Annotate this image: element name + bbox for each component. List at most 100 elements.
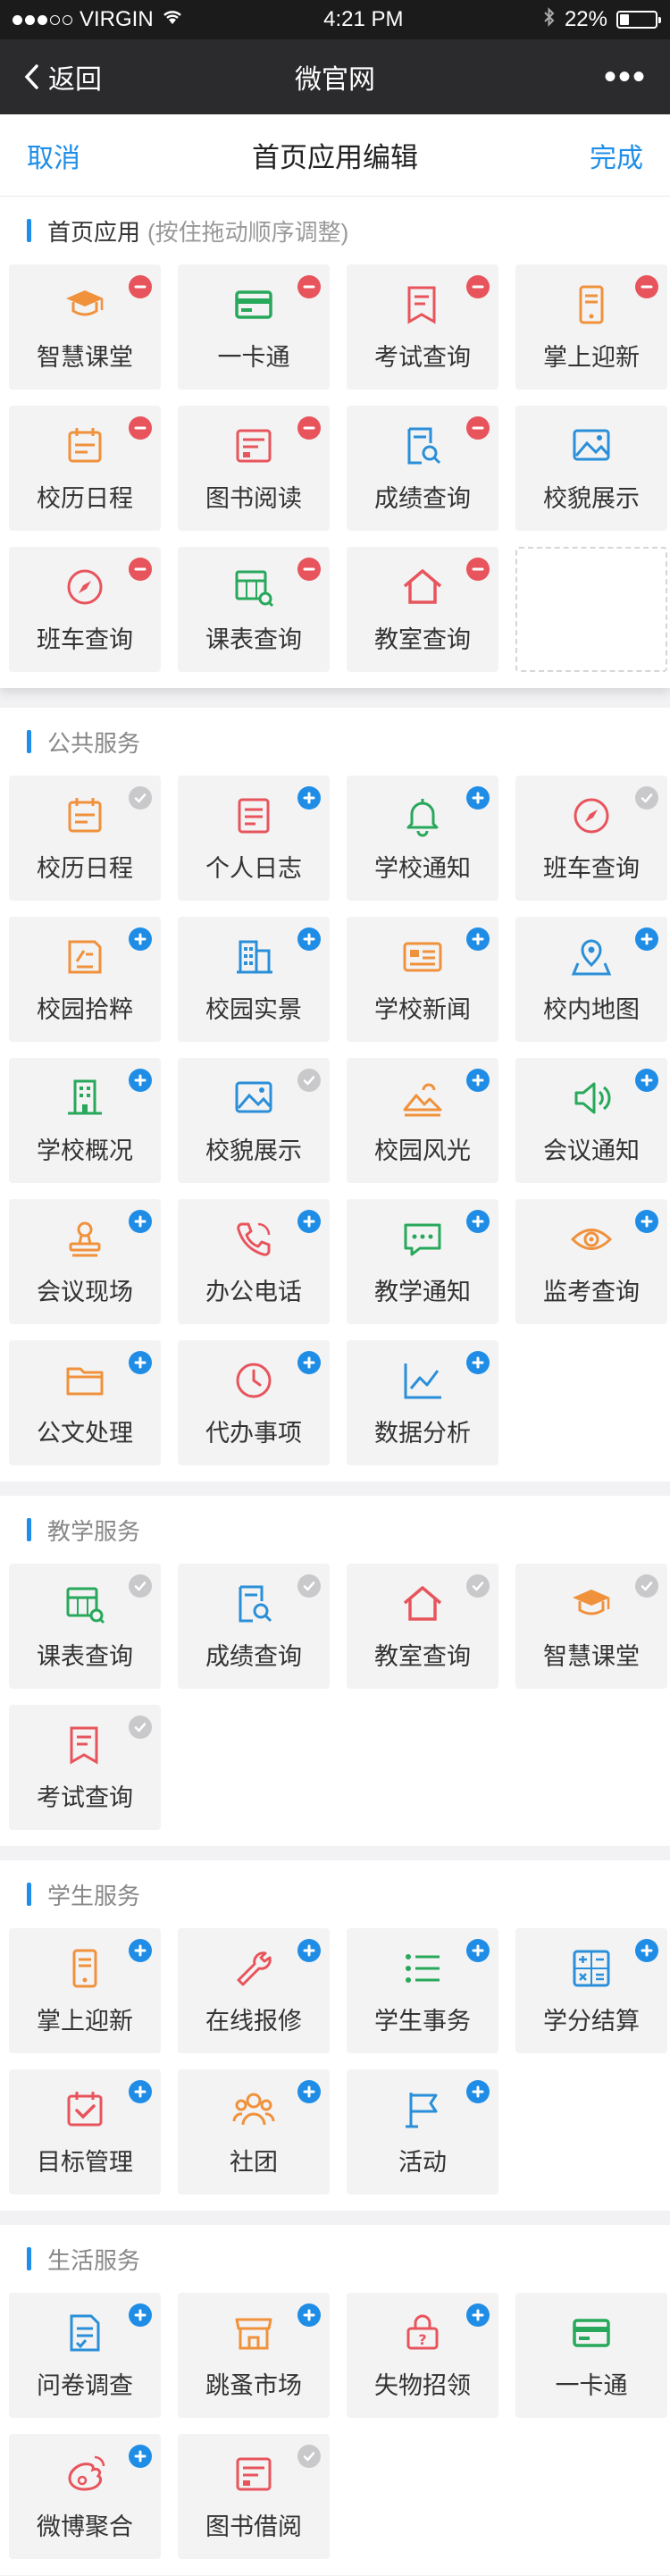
add-badge[interactable] xyxy=(129,2303,152,2327)
app-tile[interactable]: 智慧课堂 xyxy=(9,264,161,390)
app-tile[interactable]: 监考查询 xyxy=(515,1199,667,1324)
app-tile[interactable]: 教学通知 xyxy=(347,1199,498,1324)
more-options-icon[interactable]: ••• xyxy=(604,59,647,95)
add-badge[interactable] xyxy=(297,927,321,951)
remove-badge[interactable] xyxy=(297,416,321,440)
remove-badge[interactable] xyxy=(297,558,321,581)
add-badge[interactable] xyxy=(466,1939,490,1962)
add-badge[interactable] xyxy=(635,927,658,951)
app-tile[interactable]: 社团 xyxy=(178,2069,330,2194)
app-tile[interactable]: 掌上迎新 xyxy=(9,1928,161,2053)
add-badge[interactable] xyxy=(297,786,321,810)
add-badge[interactable] xyxy=(129,1069,152,1092)
app-tile[interactable]: 问卷调查 xyxy=(9,2293,161,2418)
add-badge[interactable] xyxy=(466,1069,490,1092)
app-tile[interactable]: 考试查询 xyxy=(347,264,498,390)
app-tile[interactable]: 校历日程 xyxy=(9,406,161,531)
app-tile[interactable]: 校貌展示 xyxy=(178,1058,330,1183)
app-tile[interactable]: 校内地图 xyxy=(515,917,667,1042)
add-badge[interactable] xyxy=(129,2445,152,2468)
app-tile[interactable]: 课表查询 xyxy=(178,547,330,672)
back-button[interactable]: 返回 xyxy=(23,57,102,96)
app-tile[interactable]: 数据分析 xyxy=(347,1340,498,1465)
app-tile[interactable]: 活动 xyxy=(347,2069,498,2194)
add-badge[interactable] xyxy=(466,927,490,951)
remove-badge[interactable] xyxy=(466,275,490,298)
app-tile[interactable]: 校园拾粹 xyxy=(9,917,161,1042)
add-badge[interactable] xyxy=(297,1351,321,1374)
app-tile[interactable]: 学分结算 xyxy=(515,1928,667,2053)
add-badge[interactable] xyxy=(466,2080,490,2103)
app-tile[interactable]: 校貌展示 xyxy=(515,406,667,531)
app-tile[interactable]: 班车查询 xyxy=(515,776,667,901)
app-tile[interactable]: 图书借阅 xyxy=(178,2434,330,2559)
app-tile[interactable]: 一卡通 xyxy=(515,2293,667,2418)
app-tile[interactable]: 一卡通 xyxy=(178,264,330,390)
remove-badge[interactable] xyxy=(635,275,658,298)
app-tile[interactable]: 掌上迎新 xyxy=(515,264,667,390)
compass-icon xyxy=(63,565,107,609)
add-badge[interactable] xyxy=(297,2303,321,2327)
app-tile[interactable]: 办公电话 xyxy=(178,1199,330,1324)
done-button[interactable]: 完成 xyxy=(590,136,643,175)
app-tile[interactable]: 课表查询 xyxy=(9,1564,161,1689)
app-tile[interactable]: 会议通知 xyxy=(515,1058,667,1183)
app-tile[interactable]: 图书阅读 xyxy=(178,406,330,531)
app-tile[interactable]: 成绩查询 xyxy=(178,1564,330,1689)
added-check-badge[interactable] xyxy=(635,1574,658,1598)
app-tile[interactable]: 班车查询 xyxy=(9,547,161,672)
app-tile[interactable]: 跳蚤市场 xyxy=(178,2293,330,2418)
add-badge[interactable] xyxy=(129,1939,152,1962)
added-check-badge[interactable] xyxy=(297,1574,321,1598)
app-tile[interactable]: 学校通知 xyxy=(347,776,498,901)
added-check-badge[interactable] xyxy=(466,1574,490,1598)
added-check-badge[interactable] xyxy=(297,2445,321,2468)
remove-badge[interactable] xyxy=(466,416,490,440)
added-check-badge[interactable] xyxy=(129,786,152,810)
add-badge[interactable] xyxy=(129,2080,152,2103)
remove-badge[interactable] xyxy=(129,416,152,440)
app-tile[interactable]: 校历日程 xyxy=(9,776,161,901)
app-tile[interactable]: 个人日志 xyxy=(178,776,330,901)
app-tile[interactable]: 学生事务 xyxy=(347,1928,498,2053)
app-tile[interactable]: 校园实景 xyxy=(178,917,330,1042)
app-tile[interactable]: 教室查询 xyxy=(347,1564,498,1689)
app-tile[interactable]: 智慧课堂 xyxy=(515,1564,667,1689)
added-check-badge[interactable] xyxy=(129,1716,152,1739)
remove-badge[interactable] xyxy=(129,275,152,298)
app-tile[interactable]: 学校概况 xyxy=(9,1058,161,1183)
app-tile[interactable]: 教室查询 xyxy=(347,547,498,672)
remove-badge[interactable] xyxy=(466,558,490,581)
app-tile[interactable]: 学校新闻 xyxy=(347,917,498,1042)
added-check-badge[interactable] xyxy=(129,1574,152,1598)
remove-badge[interactable] xyxy=(129,558,152,581)
app-tile[interactable]: 校园风光 xyxy=(347,1058,498,1183)
add-badge[interactable] xyxy=(466,2303,490,2327)
app-tile[interactable]: 会议现场 xyxy=(9,1199,161,1324)
cancel-button[interactable]: 取消 xyxy=(27,136,80,175)
app-tile[interactable]: 微博聚合 xyxy=(9,2434,161,2559)
add-badge[interactable] xyxy=(297,1210,321,1233)
add-badge[interactable] xyxy=(466,786,490,810)
app-tile[interactable]: 考试查询 xyxy=(9,1705,161,1830)
added-check-badge[interactable] xyxy=(635,786,658,810)
add-badge[interactable] xyxy=(129,927,152,951)
add-badge[interactable] xyxy=(466,1351,490,1374)
app-tile[interactable]: ? 失物招领 xyxy=(347,2293,498,2418)
add-badge[interactable] xyxy=(466,1210,490,1233)
add-badge[interactable] xyxy=(129,1351,152,1374)
add-badge[interactable] xyxy=(297,2080,321,2103)
remove-badge[interactable] xyxy=(297,275,321,298)
app-tile[interactable]: 代办事项 xyxy=(178,1340,330,1465)
add-badge[interactable] xyxy=(635,1069,658,1092)
app-tile[interactable]: 公文处理 xyxy=(9,1340,161,1465)
app-tile[interactable]: 成绩查询 xyxy=(347,406,498,531)
add-badge[interactable] xyxy=(297,1939,321,1962)
add-badge[interactable] xyxy=(635,1210,658,1233)
added-check-badge[interactable] xyxy=(297,1069,321,1092)
add-badge[interactable] xyxy=(635,1939,658,1962)
app-tile[interactable]: 在线报修 xyxy=(178,1928,330,2053)
app-label: 失物招领 xyxy=(374,2371,471,2399)
app-tile[interactable]: 目标管理 xyxy=(9,2069,161,2194)
add-badge[interactable] xyxy=(129,1210,152,1233)
